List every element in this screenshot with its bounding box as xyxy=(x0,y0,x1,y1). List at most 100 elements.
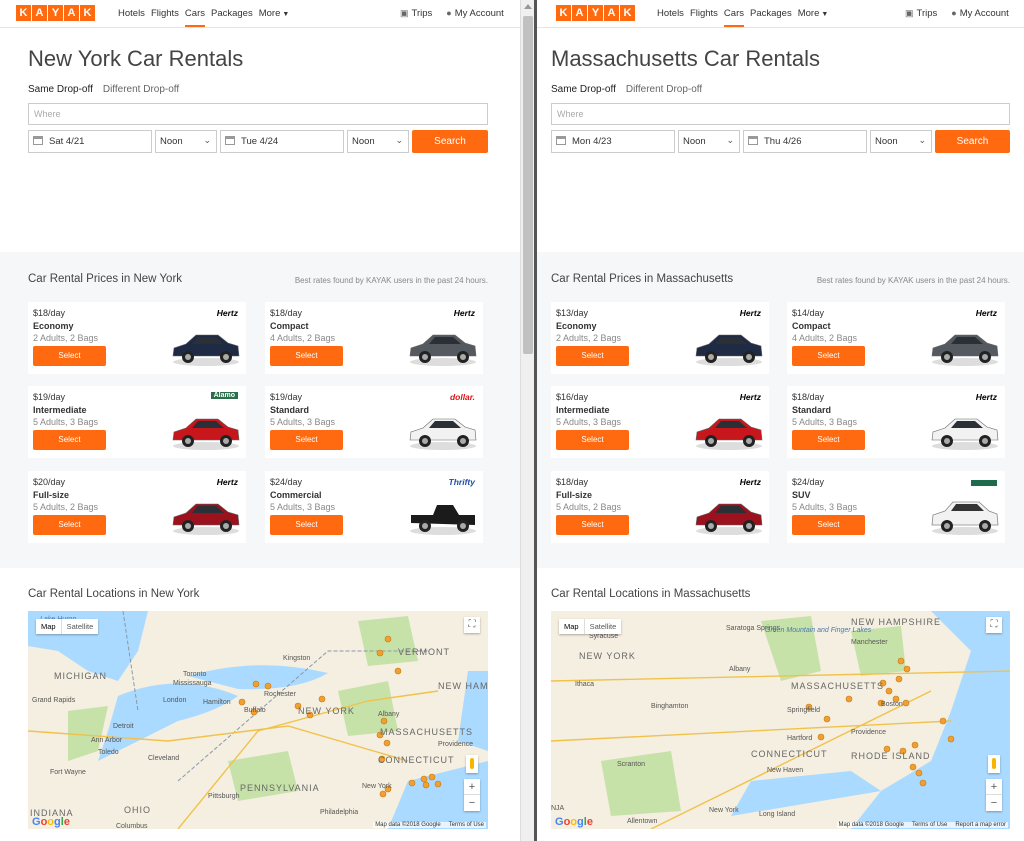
nav-cars[interactable]: Cars xyxy=(184,8,205,27)
car-deal-card[interactable]: $24/day SUV 5 Adults, 3 Bags Select xyxy=(787,471,1005,543)
select-button[interactable]: Select xyxy=(270,346,343,366)
car-deal-card[interactable]: $24/day Commercial 5 Adults, 3 Bags Select T… xyxy=(265,471,483,543)
page: K A Y A K Hotels Flights Cars Packages More ▼ ▣ Tri… xyxy=(537,0,1024,841)
where-input[interactable]: Where xyxy=(551,103,1010,125)
account-link[interactable]: ● My Account xyxy=(446,8,504,19)
rental-brand-logo xyxy=(971,480,997,486)
car-image xyxy=(931,418,999,450)
map-type-map[interactable]: Map xyxy=(36,619,61,634)
rental-brand-logo: Hertz xyxy=(739,477,761,487)
scrollbar[interactable] xyxy=(520,0,534,841)
map-canvas[interactable] xyxy=(551,611,1010,829)
map-place-label: NEW HAMPSHIRE xyxy=(438,681,488,691)
search-button[interactable]: Search xyxy=(412,130,488,153)
car-capacity: 5 Adults, 3 Bags xyxy=(792,417,858,427)
nav-flights[interactable]: Flights xyxy=(690,8,718,27)
select-button[interactable]: Select xyxy=(556,346,629,366)
zoom-in-icon[interactable]: + xyxy=(464,779,480,795)
car-deal-card[interactable]: $18/day Economy 2 Adults, 2 Bags Select Hert… xyxy=(28,302,246,374)
map-place-label: NEW HAMPSHIRE xyxy=(851,617,942,627)
map-place-label: Rochester xyxy=(264,691,296,698)
select-button[interactable]: Select xyxy=(33,430,106,450)
nav-hotels[interactable]: Hotels xyxy=(118,8,145,27)
tab-different-dropoff[interactable]: Different Drop-off xyxy=(626,84,702,95)
map-footer-link[interactable]: Terms of Use xyxy=(912,822,947,828)
car-deal-card[interactable]: $19/day Intermediate 5 Adults, 3 Bags Selec… xyxy=(28,386,246,458)
scroll-thumb[interactable] xyxy=(523,16,533,354)
map-footer-link[interactable]: Report a map error xyxy=(955,822,1006,828)
nav-packages[interactable]: Packages xyxy=(750,8,792,27)
pickup-date-field[interactable]: Sat 4/21 xyxy=(28,130,152,153)
tab-same-dropoff[interactable]: Same Drop-off xyxy=(551,84,616,95)
zoom-in-icon[interactable]: + xyxy=(986,779,1002,795)
select-button[interactable]: Select xyxy=(33,346,106,366)
nav-more[interactable]: More ▼ xyxy=(259,8,290,27)
pickup-time-select[interactable]: Noon ⌄ xyxy=(155,130,217,153)
scroll-up-arrow-icon[interactable] xyxy=(524,4,532,9)
tab-same-dropoff[interactable]: Same Drop-off xyxy=(28,84,93,95)
map-place-label: CONNECTICUT xyxy=(751,749,828,759)
where-input[interactable]: Where xyxy=(28,103,488,125)
kayak-logo[interactable]: KAYAK xyxy=(16,5,95,21)
select-button[interactable]: Select xyxy=(556,430,629,450)
select-button[interactable]: Select xyxy=(792,346,865,366)
select-button[interactable]: Select xyxy=(556,515,629,535)
street-view-pegman-icon[interactable] xyxy=(988,755,1000,773)
trips-link[interactable]: ▣ Trips xyxy=(905,8,937,19)
zoom-out-icon[interactable]: − xyxy=(986,795,1002,811)
main-nav: Hotels Flights Cars Packages More ▼ xyxy=(657,8,828,27)
car-deal-card[interactable]: $18/day Standard 5 Adults, 3 Bags Select Her… xyxy=(787,386,1005,458)
select-button[interactable]: Select xyxy=(270,515,343,535)
pickup-date-field[interactable]: Mon 4/23 xyxy=(551,130,675,153)
fullscreen-icon[interactable]: ⛶ xyxy=(986,617,1002,633)
car-deal-card[interactable]: $14/day Compact 4 Adults, 2 Bags Select Hert… xyxy=(787,302,1005,374)
google-letter: G xyxy=(555,816,564,828)
logo-letter: K xyxy=(80,5,95,21)
deal-price: $14/day xyxy=(792,308,825,318)
nav-more[interactable]: More ▼ xyxy=(798,8,829,27)
chevron-down-icon: ▼ xyxy=(280,11,290,18)
map-type-control: Map Satellite xyxy=(36,619,99,634)
account-link[interactable]: ● My Account xyxy=(951,8,1009,19)
map-footer-link[interactable]: Terms of Use xyxy=(449,822,484,828)
car-photo xyxy=(407,493,479,544)
select-button[interactable]: Select xyxy=(270,430,343,450)
locations-map[interactable]: NEW HAMPSHIRE Syracuse Saratoga Springs Gre… xyxy=(551,611,1010,829)
car-deal-card[interactable]: $19/day Standard 5 Adults, 3 Bags Select dol… xyxy=(265,386,483,458)
car-deal-card[interactable]: $13/day Economy 2 Adults, 2 Bags Select Hert… xyxy=(551,302,769,374)
dropoff-date-field[interactable]: Tue 4/24 xyxy=(220,130,344,153)
car-deal-card[interactable]: $20/day Full-size 5 Adults, 2 Bags Select He… xyxy=(28,471,246,543)
zoom-out-icon[interactable]: − xyxy=(464,795,480,811)
pickup-time-select[interactable]: Noon ⌄ xyxy=(678,130,740,153)
car-deal-card[interactable]: $16/day Intermediate 5 Adults, 3 Bags Selec… xyxy=(551,386,769,458)
dropoff-time-select[interactable]: Noon ⌄ xyxy=(870,130,932,153)
select-button[interactable]: Select xyxy=(33,515,106,535)
nav-flights[interactable]: Flights xyxy=(151,8,179,27)
map-canvas[interactable] xyxy=(28,611,488,829)
nav-hotels[interactable]: Hotels xyxy=(657,8,684,27)
trips-link[interactable]: ▣ Trips xyxy=(400,8,432,19)
car-image xyxy=(172,418,240,450)
car-deal-card[interactable]: $18/day Full-size 5 Adults, 2 Bags Select He… xyxy=(551,471,769,543)
street-view-pegman-icon[interactable] xyxy=(466,755,478,773)
map-place-label: Boston xyxy=(881,701,903,708)
tab-different-dropoff[interactable]: Different Drop-off xyxy=(103,84,179,95)
dropoff-time-select[interactable]: Noon ⌄ xyxy=(347,130,409,153)
fullscreen-icon[interactable]: ⛶ xyxy=(464,617,480,633)
deal-price: $16/day xyxy=(556,392,589,402)
locations-map[interactable]: MICHIGAN Toronto Mississauga Kingston VERMON… xyxy=(28,611,488,829)
nav-cars[interactable]: Cars xyxy=(723,8,744,27)
page-title: New York Car Rentals xyxy=(28,46,244,71)
map-type-satellite[interactable]: Satellite xyxy=(583,619,622,634)
car-deal-card[interactable]: $18/day Compact 4 Adults, 2 Bags Select Hert… xyxy=(265,302,483,374)
map-type-satellite[interactable]: Satellite xyxy=(60,619,99,634)
select-button[interactable]: Select xyxy=(792,515,865,535)
map-type-map[interactable]: Map xyxy=(559,619,584,634)
map-place-label: Detroit xyxy=(113,723,134,730)
search-button[interactable]: Search xyxy=(935,130,1010,153)
select-button[interactable]: Select xyxy=(792,430,865,450)
nav-packages[interactable]: Packages xyxy=(211,8,253,27)
kayak-logo[interactable]: KAYAK xyxy=(556,5,635,21)
dropoff-date-field[interactable]: Thu 4/26 xyxy=(743,130,867,153)
map-place-label: Fort Wayne xyxy=(50,769,86,776)
